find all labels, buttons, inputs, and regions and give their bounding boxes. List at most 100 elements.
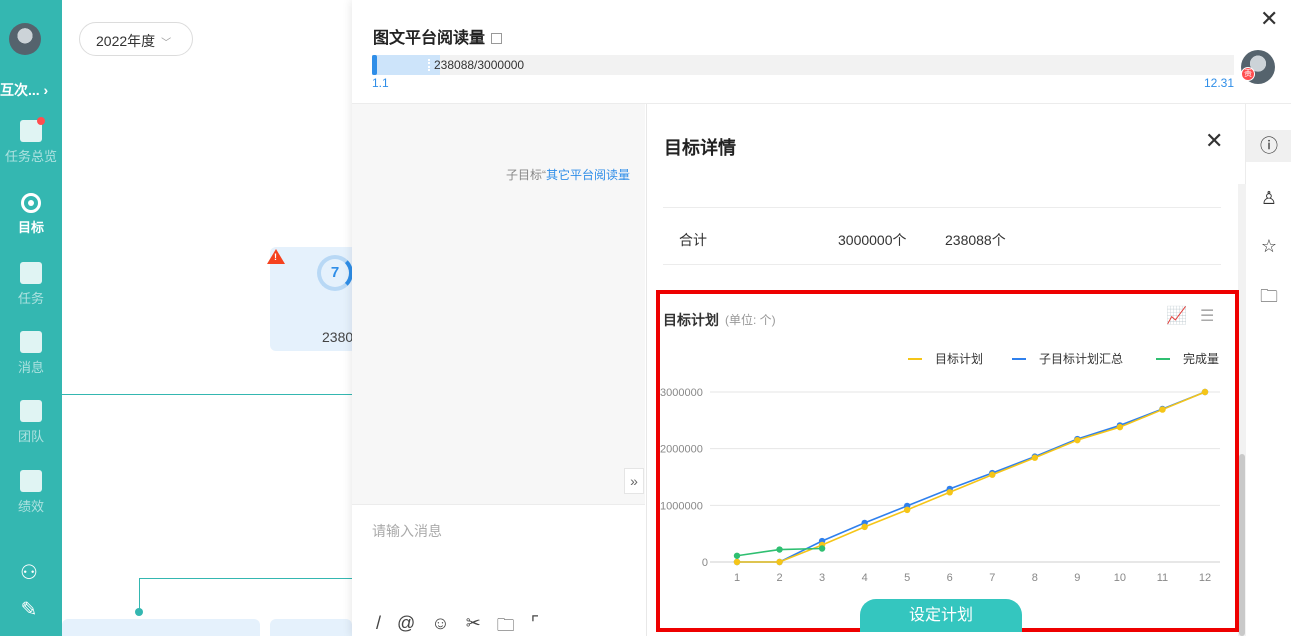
star-icon[interactable]: ☆ bbox=[1246, 230, 1291, 262]
line-chart-icon[interactable]: 📈 bbox=[1166, 306, 1187, 326]
divider bbox=[663, 207, 1221, 208]
panel-title-text: 图文平台阅读量 bbox=[373, 30, 486, 47]
x-tick-label: 11 bbox=[1157, 572, 1168, 584]
person-icon[interactable]: ♙ bbox=[1246, 182, 1291, 214]
data-point bbox=[733, 558, 741, 566]
emoji-icon[interactable]: ☺ bbox=[431, 613, 449, 636]
user-name[interactable]: 互次... › bbox=[0, 80, 48, 100]
sidebar-item-tasks[interactable]: 任务 bbox=[0, 262, 62, 307]
sub-goal-link[interactable]: 其它平台阅读量 bbox=[546, 168, 630, 182]
total-target-value: 3000000个 bbox=[838, 232, 907, 248]
scissors-icon[interactable]: ✂ bbox=[466, 613, 481, 636]
progress-ring: 7 bbox=[317, 255, 353, 291]
edit-icon[interactable] bbox=[491, 33, 503, 45]
x-tick-label: 12 bbox=[1199, 572, 1211, 584]
notification-badge bbox=[37, 117, 45, 125]
sidebar-item-performance[interactable]: 绩效 bbox=[0, 470, 62, 515]
sidebar-item-label: 任务总览 bbox=[4, 149, 57, 164]
data-point bbox=[776, 558, 783, 566]
sidebar-item-goals[interactable]: 目标 bbox=[0, 193, 62, 236]
data-point bbox=[733, 552, 741, 559]
message-input[interactable]: 请输入消息 bbox=[372, 521, 442, 541]
x-tick-label: 4 bbox=[862, 572, 868, 584]
series-line bbox=[737, 391, 1206, 563]
set-plan-button[interactable]: 设定计划 bbox=[860, 599, 1022, 632]
edit-icon[interactable]: ✎ bbox=[18, 599, 40, 621]
owner-badge: 责 bbox=[1241, 67, 1255, 81]
x-tick-label: 1 bbox=[734, 572, 740, 584]
sidebar-item-team[interactable]: 团队 bbox=[0, 400, 62, 445]
x-tick-label: 6 bbox=[947, 572, 953, 584]
goal-card-value: 2380 bbox=[322, 329, 354, 345]
team-icon bbox=[20, 400, 42, 422]
x-tick-label: 10 bbox=[1114, 572, 1126, 584]
connector-line bbox=[139, 578, 352, 579]
info-icon[interactable]: ⓘ bbox=[1246, 130, 1291, 162]
data-point bbox=[1074, 436, 1081, 444]
target-icon bbox=[21, 193, 41, 213]
add-member-icon[interactable]: ⚇ bbox=[18, 562, 40, 584]
expand-icon[interactable]: ⌜ bbox=[531, 613, 539, 636]
sidebar-item-label: 消息 bbox=[17, 360, 44, 375]
start-date: 1.1 bbox=[372, 76, 389, 90]
left-sidebar: 互次... › 任务总览 目标 任务 消息 团队 绩效 ⚇ ✎ bbox=[0, 0, 62, 636]
chart-icon bbox=[20, 117, 45, 142]
series-line bbox=[737, 391, 1206, 563]
x-tick-label: 8 bbox=[1032, 572, 1038, 584]
sub-goal-notice: 子目标“其它平台阅读量 bbox=[506, 166, 630, 183]
task-list-icon bbox=[20, 262, 42, 284]
year-select-value: 2022年度 bbox=[96, 33, 156, 49]
year-select[interactable]: 2022年度 ﹀ bbox=[79, 22, 193, 56]
data-point bbox=[1031, 454, 1039, 461]
data-point bbox=[989, 471, 996, 478]
message-toolbar: / @ ☺ ✂ 🗀 ⌜ bbox=[376, 613, 539, 636]
goal-card[interactable] bbox=[270, 619, 352, 636]
legend-label: 目标计划 bbox=[935, 352, 983, 366]
sidebar-item-messages[interactable]: 消息 bbox=[0, 331, 62, 376]
legend-label: 子目标计划汇总 bbox=[1039, 352, 1123, 366]
connector-dot bbox=[135, 608, 143, 616]
user-avatar[interactable] bbox=[9, 23, 41, 55]
x-tick-label: 7 bbox=[989, 572, 995, 584]
data-point bbox=[946, 489, 953, 496]
slash-command-icon[interactable]: / bbox=[376, 613, 381, 636]
x-tick-label: 2 bbox=[776, 572, 782, 584]
data-point bbox=[1159, 406, 1166, 413]
data-point bbox=[818, 545, 826, 552]
warning-icon: ! bbox=[267, 249, 285, 264]
data-point bbox=[861, 523, 868, 531]
data-point bbox=[776, 546, 783, 553]
x-tick-label: 3 bbox=[819, 572, 825, 584]
table-view-icon[interactable]: ☰ bbox=[1200, 306, 1214, 326]
folder-icon[interactable]: 🗀 bbox=[1246, 280, 1291, 312]
end-date: 12.31 bbox=[1204, 76, 1235, 90]
data-point bbox=[903, 506, 911, 514]
right-rail: ⓘ ♙ ☆ 🗀 bbox=[1245, 104, 1291, 636]
y-tick-label: 1000000 bbox=[660, 500, 703, 512]
data-point bbox=[1201, 388, 1209, 396]
message-composer: 请输入消息 / @ ☺ ✂ 🗀 ⌜ bbox=[352, 504, 645, 636]
panel-title: 图文平台阅读量 bbox=[373, 24, 503, 48]
drag-handle-icon[interactable] bbox=[428, 59, 432, 71]
close-icon[interactable]: ✕ bbox=[1205, 128, 1223, 154]
expand-panel-button[interactable]: » bbox=[624, 468, 644, 494]
sidebar-item-label: 任务 bbox=[17, 291, 44, 306]
scrollbar-thumb[interactable] bbox=[1239, 454, 1245, 636]
total-done-value: 238088个 bbox=[945, 232, 1006, 248]
sidebar-item-label: 目标 bbox=[17, 220, 44, 235]
total-label: 合计 bbox=[679, 232, 707, 248]
close-icon[interactable]: ✕ bbox=[1260, 6, 1278, 32]
x-tick-label: 9 bbox=[1074, 572, 1080, 584]
connector-line bbox=[139, 578, 140, 612]
y-tick-label: 0 bbox=[702, 557, 708, 569]
chat-area: 子目标“其它平台阅读量 » 请输入消息 / @ ☺ ✂ 🗀 ⌜ bbox=[352, 104, 645, 636]
mention-icon[interactable]: @ bbox=[397, 613, 415, 636]
folder-icon[interactable]: 🗀 bbox=[497, 613, 515, 636]
goal-card[interactable] bbox=[62, 619, 260, 636]
progress-handle[interactable] bbox=[372, 55, 377, 75]
sidebar-item-task-overview[interactable]: 任务总览 bbox=[0, 117, 62, 165]
message-icon bbox=[20, 331, 42, 353]
sidebar-item-label: 绩效 bbox=[17, 499, 44, 514]
progress-bar: 238088/3000000 bbox=[372, 55, 1234, 75]
progress-text: 238088/3000000 bbox=[434, 58, 525, 72]
